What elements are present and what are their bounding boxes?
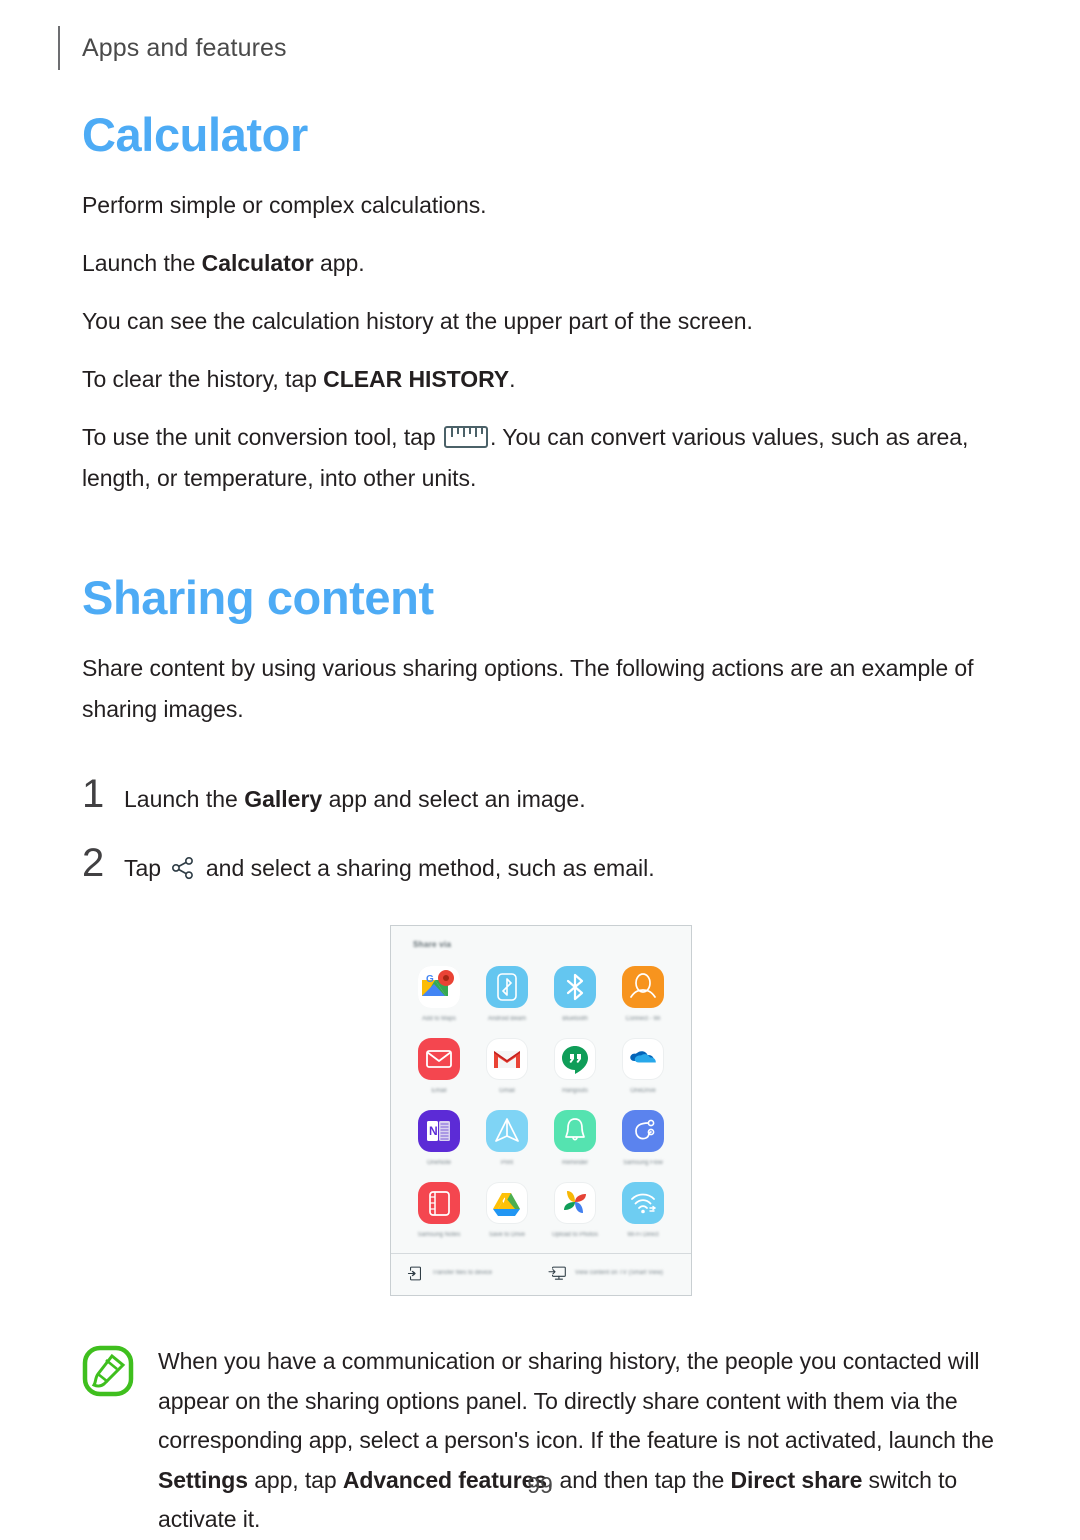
step-text: Launch the Gallery app and select an ima… xyxy=(124,779,586,818)
share-app-item[interactable]: Android Beam xyxy=(473,959,541,1027)
text-run: When you have a communication or sharing… xyxy=(158,1348,994,1454)
share-via-dialog: Share via G Add to Maps Android Beam Blu… xyxy=(390,924,692,1297)
share-app-label: Samsung Flow xyxy=(623,1159,663,1166)
hangouts-icon xyxy=(554,1037,596,1080)
page-title-calculator: Calculator xyxy=(82,108,308,161)
note-text: When you have a communication or sharing… xyxy=(158,1342,1000,1540)
share-app-item[interactable]: Hangouts xyxy=(541,1031,609,1099)
footer-label: Transfer files to device xyxy=(432,1270,493,1277)
bluetooth-icon xyxy=(554,965,596,1008)
share-app-item[interactable]: Gmail xyxy=(473,1031,541,1099)
list-item-step-1: 1 Launch the Gallery app and select an i… xyxy=(82,774,1000,818)
email-icon xyxy=(418,1037,460,1080)
text-run: To use the unit conversion tool, tap xyxy=(82,424,442,451)
print-icon xyxy=(486,1109,528,1152)
page-title-sharing-content: Sharing content xyxy=(82,570,434,624)
share-app-label: OneNote xyxy=(426,1159,451,1166)
share-app-label: Samsung Notes xyxy=(417,1232,461,1239)
text-run: Tap xyxy=(124,854,168,881)
bold-clear-history: CLEAR HISTORY xyxy=(323,366,510,393)
calculator-paragraph-2: Launch the Calculator app. xyxy=(82,243,1000,284)
share-app-item[interactable]: Wi-Fi Direct xyxy=(609,1175,677,1243)
bold-calculator-app: Calculator xyxy=(201,250,314,277)
share-app-item[interactable]: Samsung Notes xyxy=(405,1175,473,1243)
calculator-paragraph-5: To use the unit conversion tool, tap . Y… xyxy=(82,417,1000,499)
google-maps-icon: G xyxy=(418,965,460,1008)
text-run: . xyxy=(509,366,516,393)
svg-text:N: N xyxy=(429,1124,438,1138)
share-app-label: Connect - Wi xyxy=(625,1015,661,1022)
share-app-item[interactable]: Bluetooth xyxy=(541,959,609,1027)
samsung-note-pencil-icon xyxy=(82,1345,134,1397)
share-app-label: Gmail xyxy=(499,1087,515,1094)
contacts-icon xyxy=(622,965,664,1008)
share-app-item[interactable]: Connect - Wi xyxy=(609,959,677,1027)
share-dialog-footer: Transfer files to device View content on… xyxy=(391,1253,691,1295)
share-app-item[interactable]: Upload to Photos xyxy=(541,1175,609,1243)
text-run: Launch the xyxy=(82,250,202,277)
onedrive-icon xyxy=(622,1037,664,1080)
share-app-label: Upload to Photos xyxy=(551,1232,599,1239)
numbered-steps-list: 1 Launch the Gallery app and select an i… xyxy=(82,774,1000,887)
share-dialog-figure: Share via G Add to Maps Android Beam Blu… xyxy=(82,924,1000,1297)
text-run: app and select an image. xyxy=(322,786,586,813)
share-app-label: Android Beam xyxy=(487,1015,527,1022)
sharing-intro-paragraph: Share content by using various sharing o… xyxy=(82,655,974,723)
reminder-bell-icon xyxy=(554,1109,596,1152)
step-number: 2 xyxy=(82,840,105,885)
page-number: 99 xyxy=(527,1472,553,1498)
wifi-direct-icon xyxy=(622,1182,664,1225)
share-app-label: Print xyxy=(500,1159,514,1166)
share-icon xyxy=(172,856,194,880)
text-run: To clear the history, tap xyxy=(82,366,324,393)
google-drive-icon xyxy=(486,1182,528,1225)
onenote-icon: N xyxy=(418,1109,460,1152)
share-app-label: Reminder xyxy=(561,1159,588,1166)
footer-label: View content on TV (Smart View) xyxy=(575,1270,664,1277)
share-app-item[interactable]: Samsung Flow xyxy=(609,1103,677,1171)
samsung-flow-icon xyxy=(622,1109,664,1152)
gmail-icon xyxy=(486,1037,528,1080)
share-dialog-title: Share via xyxy=(413,939,452,949)
unit-conversion-ruler-icon xyxy=(444,426,488,449)
transfer-files-to-device-item[interactable]: Transfer files to device xyxy=(407,1265,534,1282)
transfer-files-icon xyxy=(407,1266,421,1281)
view-content-on-tv-item[interactable]: View content on TV (Smart View) xyxy=(548,1265,675,1282)
bold-gallery: Gallery xyxy=(244,786,323,813)
header-divider-rule xyxy=(58,26,60,70)
list-item-step-2: 2 Tap and select a sharing method, such … xyxy=(82,843,1000,887)
share-app-grid: G Add to Maps Android Beam Bluetooth Con… xyxy=(391,951,691,1253)
samsung-notes-icon xyxy=(418,1182,460,1225)
text-run: app. xyxy=(313,250,365,277)
share-app-item[interactable]: OneDrive xyxy=(609,1031,677,1099)
share-app-label: Email xyxy=(431,1087,447,1094)
share-app-label: Wi-Fi Direct xyxy=(627,1232,659,1239)
share-app-label: Add to Maps xyxy=(422,1015,456,1022)
text-run: Launch the xyxy=(124,786,245,813)
step-text: Tap and select a sharing method, such as… xyxy=(124,848,655,887)
share-app-label: Bluetooth xyxy=(562,1015,588,1022)
page-content: Calculator Perform simple or complex cal… xyxy=(82,110,1000,1540)
share-app-label: Save to Drive xyxy=(488,1232,525,1239)
google-photos-icon xyxy=(554,1182,596,1225)
share-app-item[interactable]: Reminder xyxy=(541,1103,609,1171)
smart-view-icon xyxy=(548,1266,566,1280)
calculator-paragraph-3: You can see the calculation history at t… xyxy=(82,308,753,335)
calculator-paragraph-1: Perform simple or complex calculations. xyxy=(82,192,487,219)
calculator-paragraph-4: To clear the history, tap CLEAR HISTORY. xyxy=(82,359,1000,400)
share-app-item[interactable]: Save to Drive xyxy=(473,1175,541,1243)
note-callout: When you have a communication or sharing… xyxy=(82,1342,1000,1540)
android-beam-icon xyxy=(486,965,528,1008)
share-app-item[interactable]: Email xyxy=(405,1031,473,1099)
step-number: 1 xyxy=(82,772,105,817)
running-header: Apps and features xyxy=(58,26,287,70)
share-app-item[interactable]: Print xyxy=(473,1103,541,1171)
text-run: and select a sharing method, such as ema… xyxy=(199,854,655,881)
share-app-item[interactable]: G Add to Maps xyxy=(405,959,473,1027)
share-app-label: OneDrive xyxy=(630,1087,656,1094)
share-app-item[interactable]: N OneNote xyxy=(405,1103,473,1171)
running-header-title: Apps and features xyxy=(82,33,287,62)
svg-text:G: G xyxy=(426,974,434,985)
share-app-label: Hangouts xyxy=(562,1087,588,1094)
